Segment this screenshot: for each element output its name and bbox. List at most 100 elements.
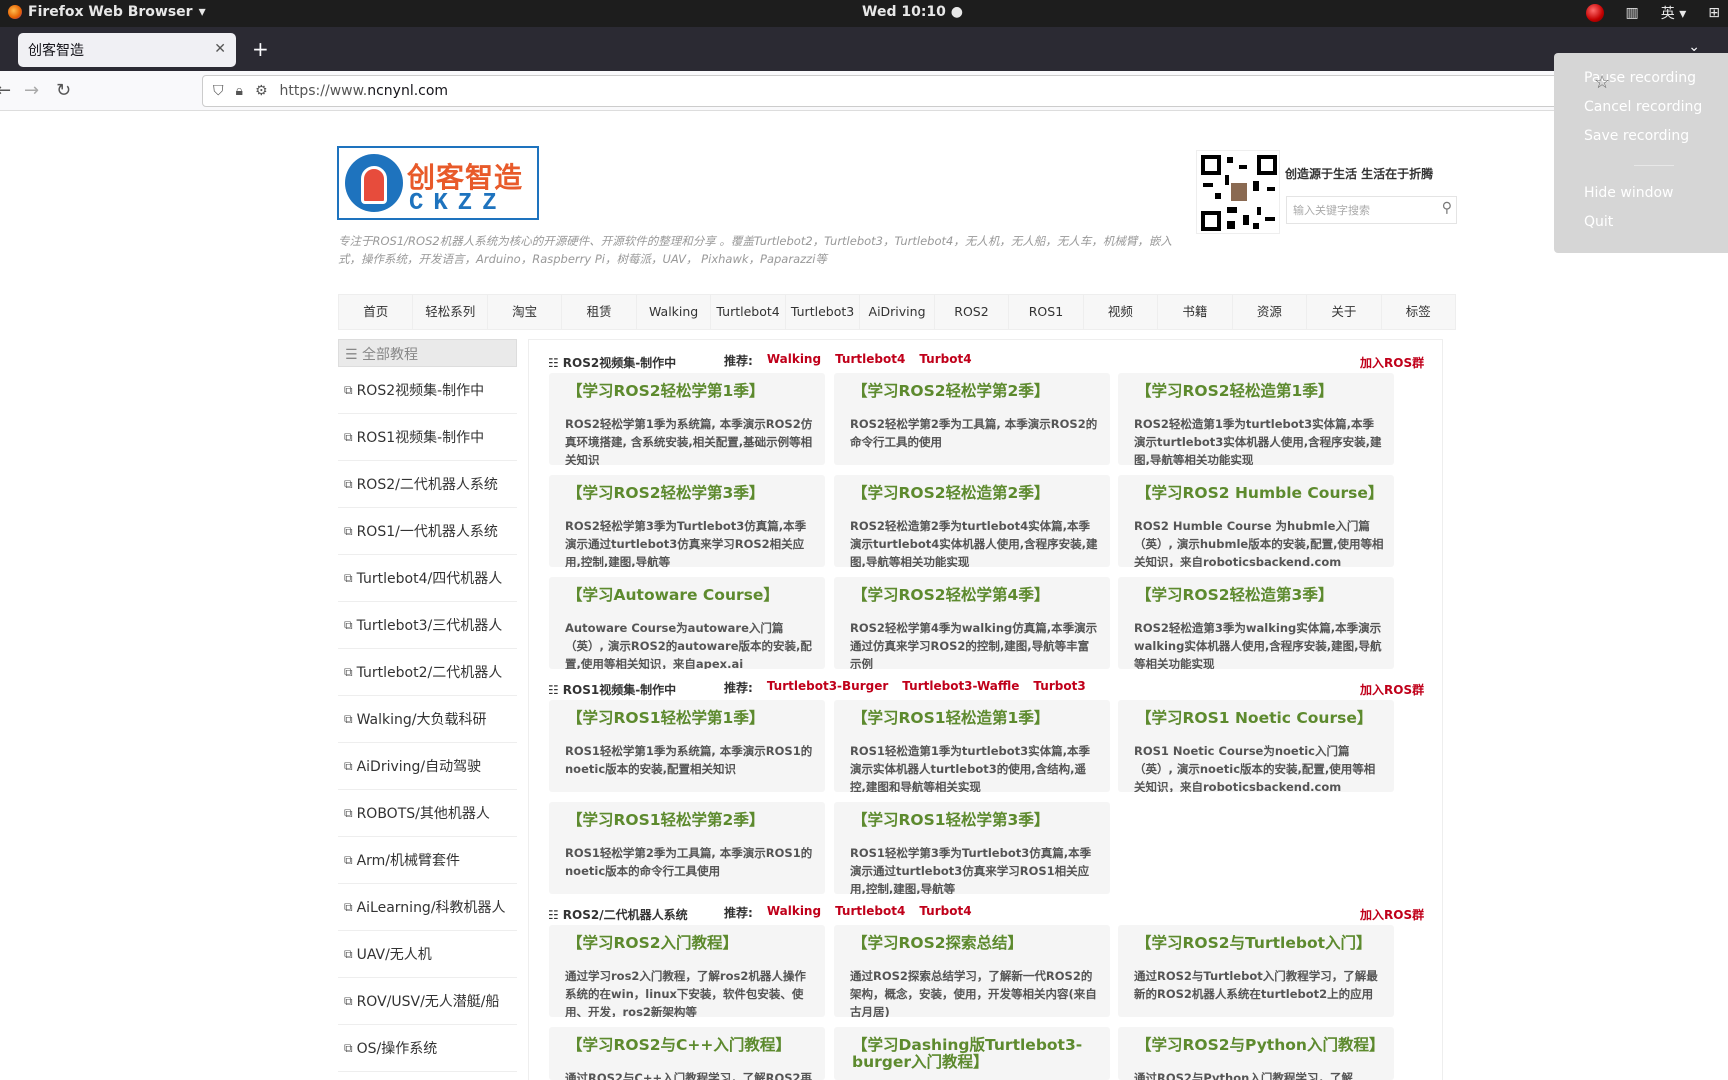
external-link-icon: ⧉ <box>344 523 353 538</box>
sidebar-item[interactable]: ⧉ UAV/无人机 <box>338 931 517 978</box>
rec-link[interactable]: Walking <box>767 352 821 369</box>
course-card[interactable]: 【学习ROS2与Python入门教程】 通过ROS2与Python入门教程学习，了… <box>1118 1027 1394 1080</box>
sidebar-item[interactable]: ⧉ Turtlebot3/三代机器人 <box>338 602 517 649</box>
app-menu[interactable]: Firefox Web Browser ▾ <box>8 4 206 20</box>
rec-link[interactable]: Turtlebot4 <box>835 352 905 369</box>
nav-item-about[interactable]: 关于 <box>1307 295 1382 329</box>
course-card[interactable]: 【学习ROS1轻松学第1季】 ROS1轻松学第1季为系统篇, 本季演示ROS1的n… <box>549 700 825 792</box>
external-link-icon: ⧉ <box>344 899 353 914</box>
course-card[interactable]: 【学习ROS2轻松造第3季】 ROS2轻松造第3季为walking实体篇,本季演示… <box>1118 577 1394 669</box>
rec-link[interactable]: Turbot4 <box>919 352 971 369</box>
lock-icon[interactable]: 🔒︎ <box>236 83 243 99</box>
quit-item[interactable]: Quit <box>1584 214 1613 230</box>
external-link-icon: ⧉ <box>344 429 353 444</box>
section-title[interactable]: ☷ ROS2视频集-制作中 <box>548 354 676 371</box>
new-tab-icon[interactable]: + <box>252 37 269 61</box>
forward-icon[interactable]: → <box>24 80 39 101</box>
course-card[interactable]: 【学习ROS2轻松造第2季】 ROS2轻松造第2季为turtlebot4实体篇,本… <box>834 475 1110 567</box>
course-card[interactable]: 【学习ROS2轻松造第1季】 ROS2轻松造第1季为turtlebot3实体篇,本… <box>1118 373 1394 465</box>
url-text[interactable]: https://www.ncnynl.com <box>280 83 449 99</box>
course-card[interactable]: 【学习Autoware Course】 Autoware Course为autow… <box>549 577 825 669</box>
sidebar-item[interactable]: ⧉ Turtlebot4/四代机器人 <box>338 555 517 602</box>
nav-item-video[interactable]: 视频 <box>1084 295 1159 329</box>
nav-item-turtlebot4[interactable]: Turtlebot4 <box>711 295 786 329</box>
sidebar-item[interactable]: ⧉ ROS1视频集-制作中 <box>338 414 517 461</box>
sidebar-item[interactable]: ⧉ ROS2/二代机器人系统 <box>338 461 517 508</box>
reload-icon[interactable]: ↻ <box>56 80 71 101</box>
sidebar-item[interactable]: ⧉ AiDriving/自动驾驶 <box>338 743 517 790</box>
nav-item-aidriving[interactable]: AiDriving <box>860 295 935 329</box>
nav-item-taobao[interactable]: 淘宝 <box>488 295 563 329</box>
nav-item-rent[interactable]: 租赁 <box>562 295 637 329</box>
clock[interactable]: Wed 10:10 ● <box>862 4 963 20</box>
rec-link[interactable]: Walking <box>767 904 821 921</box>
course-card[interactable]: 【学习ROS2入门教程】 通过学习ros2入门教程，了解ros2机器人操作系统的在… <box>549 925 825 1017</box>
course-card[interactable]: 【学习ROS2与C++入门教程】 通过ROS2与C++入门教程学习，了解ROS2再 <box>549 1027 825 1080</box>
nav-item-turtlebot3[interactable]: Turtlebot3 <box>786 295 861 329</box>
course-card[interactable]: 【学习ROS2轻松学第2季】 ROS2轻松学第2季为工具篇, 本季演示ROS2的命… <box>834 373 1110 465</box>
section-title[interactable]: ☷ ROS1视频集-制作中 <box>548 681 676 698</box>
sidebar-item[interactable]: ⧉ ROS1/一代机器人系统 <box>338 508 517 555</box>
course-card[interactable]: 【学习ROS2轻松学第1季】 ROS2轻松学第1季为系统篇, 本季演示ROS2仿真… <box>549 373 825 465</box>
rec-link[interactable]: Turtlebot3-Waffle <box>902 679 1019 696</box>
sidebar-item[interactable]: ⧉ Turtlebot2/二代机器人 <box>338 649 517 696</box>
sidebar-item[interactable]: ⧉ AiLearning/科教机器人 <box>338 884 517 931</box>
course-card[interactable]: 【学习ROS2 Humble Course】 ROS2 Humble Course… <box>1118 475 1394 567</box>
close-icon[interactable]: ✕ <box>214 41 226 57</box>
course-card[interactable]: 【学习ROS2探索总结】 通过ROS2探索总结学习，了解新一代ROS2的架构，概念… <box>834 925 1110 1017</box>
sidebar-item[interactable]: ⧉ Walking/大负载科研 <box>338 696 517 743</box>
sidebar-item[interactable]: ⧉ ROS2视频集-制作中 <box>338 367 517 414</box>
site-logo[interactable]: 创客智造 CKZZ <box>337 146 539 220</box>
rec-link[interactable]: Turtlebot3-Burger <box>767 679 888 696</box>
qr-code <box>1196 150 1280 234</box>
nav-item-tags[interactable]: 标签 <box>1382 295 1455 329</box>
nav-item-ros1[interactable]: ROS1 <box>1009 295 1084 329</box>
section-title[interactable]: ☷ ROS2/二代机器人系统 <box>548 906 688 923</box>
course-card[interactable]: 【学习ROS2与Turtlebot入门】 通过ROS2与Turtlebot入门教程… <box>1118 925 1394 1017</box>
menu-icon: ☰ <box>345 347 358 363</box>
external-link-icon: ⧉ <box>344 617 353 632</box>
shield-icon[interactable]: ⛉ <box>213 83 224 99</box>
ime-indicator[interactable]: 英 ▾ <box>1661 3 1686 23</box>
course-card[interactable]: 【学习ROS1轻松学第2季】 ROS1轻松学第2季为工具篇, 本季演示ROS1的n… <box>549 802 825 894</box>
rec-link[interactable]: Turtlebot4 <box>835 904 905 921</box>
sidebar-item[interactable]: ⧉ OS/操作系统 <box>338 1025 517 1072</box>
logo-rocket-icon <box>361 166 387 204</box>
rec-link[interactable]: Turbot3 <box>1033 679 1085 696</box>
course-card[interactable]: 【学习ROS1轻松造第1季】 ROS1轻松造第1季为turtlebot3实体篇,本… <box>834 700 1110 792</box>
rec-link[interactable]: Turbot4 <box>919 904 971 921</box>
course-card[interactable]: 【学习ROS1 Noetic Course】 ROS1 Noetic Course… <box>1118 700 1394 792</box>
course-card[interactable]: 【学习ROS2轻松学第3季】 ROS2轻松学第3季为Turtlebot3仿真篇,本… <box>549 475 825 567</box>
back-icon[interactable]: ← <box>0 80 11 101</box>
nav-item-home[interactable]: 首页 <box>339 295 414 329</box>
cancel-recording-item[interactable]: Cancel recording <box>1584 99 1702 115</box>
external-link-icon: ⧉ <box>344 946 353 961</box>
keyboard-layout-icon[interactable]: ▥ <box>1626 5 1639 21</box>
hide-window-item[interactable]: Hide window <box>1584 185 1673 201</box>
nav-item-ros2[interactable]: ROS2 <box>935 295 1010 329</box>
permissions-icon[interactable]: ⚙ <box>255 83 268 99</box>
join-ros-group-link[interactable]: 加入ROS群 <box>1360 906 1424 923</box>
join-ros-group-link[interactable]: 加入ROS群 <box>1360 354 1424 371</box>
nav-item-easy-series[interactable]: 轻松系列 <box>413 295 488 329</box>
nav-item-resources[interactable]: 资源 <box>1233 295 1308 329</box>
nav-item-books[interactable]: 书籍 <box>1158 295 1233 329</box>
browser-tab[interactable]: 创客智造 ✕ <box>18 33 236 67</box>
nav-item-walking[interactable]: Walking <box>637 295 712 329</box>
external-link-icon: ⧉ <box>344 758 353 773</box>
recording-indicator-icon[interactable] <box>1585 4 1604 22</box>
site-search-input[interactable]: 输入关键字搜索 ⚲ <box>1286 196 1457 224</box>
course-card[interactable]: 【学习ROS1轻松学第3季】 ROS1轻松学第3季为Turtlebot3仿真篇,本… <box>834 802 1110 894</box>
join-ros-group-link[interactable]: 加入ROS群 <box>1360 681 1424 698</box>
sidebar-item[interactable]: ⧉ Arm/机械臂套件 <box>338 837 517 884</box>
url-bar[interactable]: ⛉ 🔒︎ ⚙ https://www.ncnynl.com <box>202 75 1728 107</box>
course-card[interactable]: 【学习Dashing版Turtlebot3-burger入门教程】 <box>834 1027 1110 1080</box>
network-icon[interactable]: ⊞ <box>1708 5 1720 21</box>
save-recording-item[interactable]: Save recording <box>1584 128 1689 144</box>
sidebar-item[interactable]: ⧉ ROV/USV/无人潜艇/船 <box>338 978 517 1025</box>
chevron-down-icon: ▾ <box>198 4 206 20</box>
course-card[interactable]: 【学习ROS2轻松学第4季】 ROS2轻松学第4季为walking仿真篇,本季演示… <box>834 577 1110 669</box>
sidebar-item[interactable]: ⧉ ROBOTS/其他机器人 <box>338 790 517 837</box>
search-icon[interactable]: ⚲ <box>1442 200 1452 216</box>
section-recommend: 推荐: Turtlebot3-Burger Turtlebot3-Waffle … <box>724 679 1086 696</box>
